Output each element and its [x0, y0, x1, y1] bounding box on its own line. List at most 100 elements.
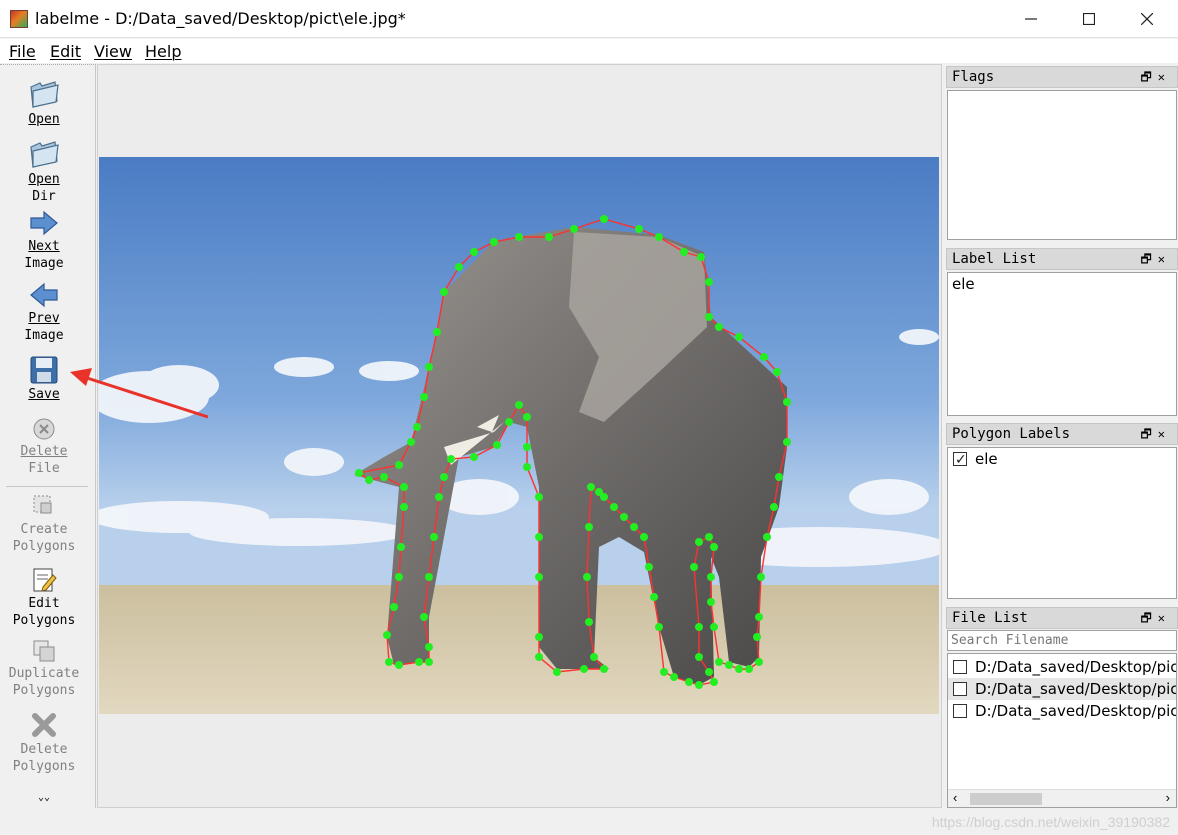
polygon-label-item[interactable]: ele [948, 448, 1176, 470]
polygon-vertex[interactable] [655, 623, 663, 631]
polygon-vertex[interactable] [783, 398, 791, 406]
float-icon[interactable]: 🗗 [1140, 427, 1157, 441]
polygon-vertex[interactable] [570, 225, 578, 233]
polygon-vertex[interactable] [680, 248, 688, 256]
float-icon[interactable]: 🗗 [1140, 252, 1157, 266]
label-list-item[interactable]: ele [948, 273, 1176, 295]
file-checkbox[interactable] [953, 660, 967, 674]
menu-edit[interactable]: Edit [50, 42, 81, 61]
delete-polygons-button[interactable]: Delete Polygons [0, 711, 88, 775]
polygon-vertex[interactable] [655, 233, 663, 241]
annotated-image[interactable] [99, 157, 939, 714]
menu-file[interactable]: File [9, 42, 36, 61]
polygon-vertex[interactable] [383, 631, 391, 639]
polygon-vertex[interactable] [595, 488, 603, 496]
polygon-vertex[interactable] [440, 288, 448, 296]
prev-image-button[interactable]: Prev Image [0, 282, 88, 344]
file-checkbox[interactable] [953, 682, 967, 696]
polygon-vertex[interactable] [535, 533, 543, 541]
polygon-vertex[interactable] [690, 563, 698, 571]
toolbar-more-button[interactable]: ⌄⌄ [0, 793, 88, 803]
polygon-vertex[interactable] [433, 328, 441, 336]
polygon-vertex[interactable] [585, 618, 593, 626]
polygon-vertex[interactable] [583, 573, 591, 581]
polygon-vertex[interactable] [695, 538, 703, 546]
close-icon[interactable]: ✕ [1158, 611, 1171, 625]
polygon-vertex[interactable] [660, 668, 668, 676]
polygon-vertex[interactable] [415, 658, 423, 666]
polygon-vertex[interactable] [425, 573, 433, 581]
close-button[interactable] [1118, 0, 1176, 38]
polygon-vertex[interactable] [535, 493, 543, 501]
polygon-vertex[interactable] [587, 483, 595, 491]
minimize-button[interactable] [1002, 0, 1060, 38]
create-polygons-button[interactable]: Create Polygons [0, 493, 88, 555]
polygon-vertex[interactable] [407, 438, 415, 446]
polygon-vertex[interactable] [535, 573, 543, 581]
polygon-vertex[interactable] [455, 263, 463, 271]
polygon-vertex[interactable] [425, 658, 433, 666]
close-icon[interactable]: ✕ [1158, 252, 1171, 266]
edit-polygons-button[interactable]: Edit Polygons [0, 567, 88, 629]
polygon-vertex[interactable] [365, 476, 373, 484]
polygon-vertex[interactable] [783, 438, 791, 446]
polygon-vertex[interactable] [447, 455, 455, 463]
polygon-vertex[interactable] [773, 368, 781, 376]
polygon-vertex[interactable] [435, 493, 443, 501]
polygon-vertex[interactable] [400, 483, 408, 491]
polygon-vertex[interactable] [695, 681, 703, 689]
polygon-vertex[interactable] [715, 323, 723, 331]
polygon-vertex[interactable] [620, 513, 628, 521]
polygon-vertex[interactable] [705, 313, 713, 321]
polygon-vertex[interactable] [425, 363, 433, 371]
file-list-item[interactable]: D:/Data_saved/Desktop/pict [948, 656, 1176, 678]
polygon-vertex[interactable] [493, 441, 501, 449]
menu-view[interactable]: View [94, 42, 132, 61]
polygon-vertex[interactable] [735, 333, 743, 341]
polygon-vertex[interactable] [775, 473, 783, 481]
maximize-button[interactable] [1060, 0, 1118, 38]
label-list[interactable]: ele [947, 272, 1177, 416]
scrollbar-thumb[interactable] [970, 793, 1042, 805]
polygon-vertex[interactable] [755, 658, 763, 666]
polygon-vertex[interactable] [695, 653, 703, 661]
polygon-vertex[interactable] [685, 678, 693, 686]
polygon-vertex[interactable] [430, 533, 438, 541]
polygon-vertex[interactable] [395, 461, 403, 469]
polygon-vertex[interactable] [705, 668, 713, 676]
file-checkbox[interactable] [953, 704, 967, 718]
polygon-vertex[interactable] [760, 353, 768, 361]
polygon-vertex[interactable] [645, 563, 653, 571]
next-image-button[interactable]: Next Image [0, 210, 88, 272]
polygon-vertex[interactable] [695, 623, 703, 631]
polygon-vertex[interactable] [745, 665, 753, 673]
polygon-vertex[interactable] [770, 503, 778, 511]
polygon-vertex[interactable] [523, 443, 531, 451]
polygon-vertex[interactable] [707, 573, 715, 581]
polygon-vertex[interactable] [413, 423, 421, 431]
polygon-vertex[interactable] [640, 533, 648, 541]
polygon-vertex[interactable] [755, 613, 763, 621]
open-dir-button[interactable]: Open Dir [0, 139, 88, 205]
polygon-vertex[interactable] [753, 633, 761, 641]
polygon-visibility-checkbox[interactable] [953, 449, 967, 470]
close-icon[interactable]: ✕ [1158, 427, 1171, 441]
polygon-vertex[interactable] [420, 613, 428, 621]
flags-list[interactable] [947, 90, 1177, 240]
polygon-vertex[interactable] [710, 623, 718, 631]
horizontal-scrollbar[interactable]: ‹ › [948, 789, 1176, 807]
polygon-vertex[interactable] [515, 401, 523, 409]
polygon-vertex[interactable] [705, 278, 713, 286]
polygon-vertex[interactable] [630, 523, 638, 531]
file-list[interactable]: D:/Data_saved/Desktop/pict D:/Data_saved… [947, 653, 1177, 808]
polygon-vertex[interactable] [763, 533, 771, 541]
file-list-item-selected[interactable]: D:/Data_saved/Desktop/pict [948, 678, 1176, 700]
polygon-vertex[interactable] [440, 473, 448, 481]
polygon-vertex[interactable] [600, 665, 608, 673]
polygon-vertex[interactable] [545, 233, 553, 241]
polygon-vertex[interactable] [397, 543, 405, 551]
polygon-vertex[interactable] [715, 658, 723, 666]
polygon-vertex[interactable] [380, 473, 388, 481]
polygon-vertex[interactable] [710, 543, 718, 551]
polygon-vertex[interactable] [490, 238, 498, 246]
